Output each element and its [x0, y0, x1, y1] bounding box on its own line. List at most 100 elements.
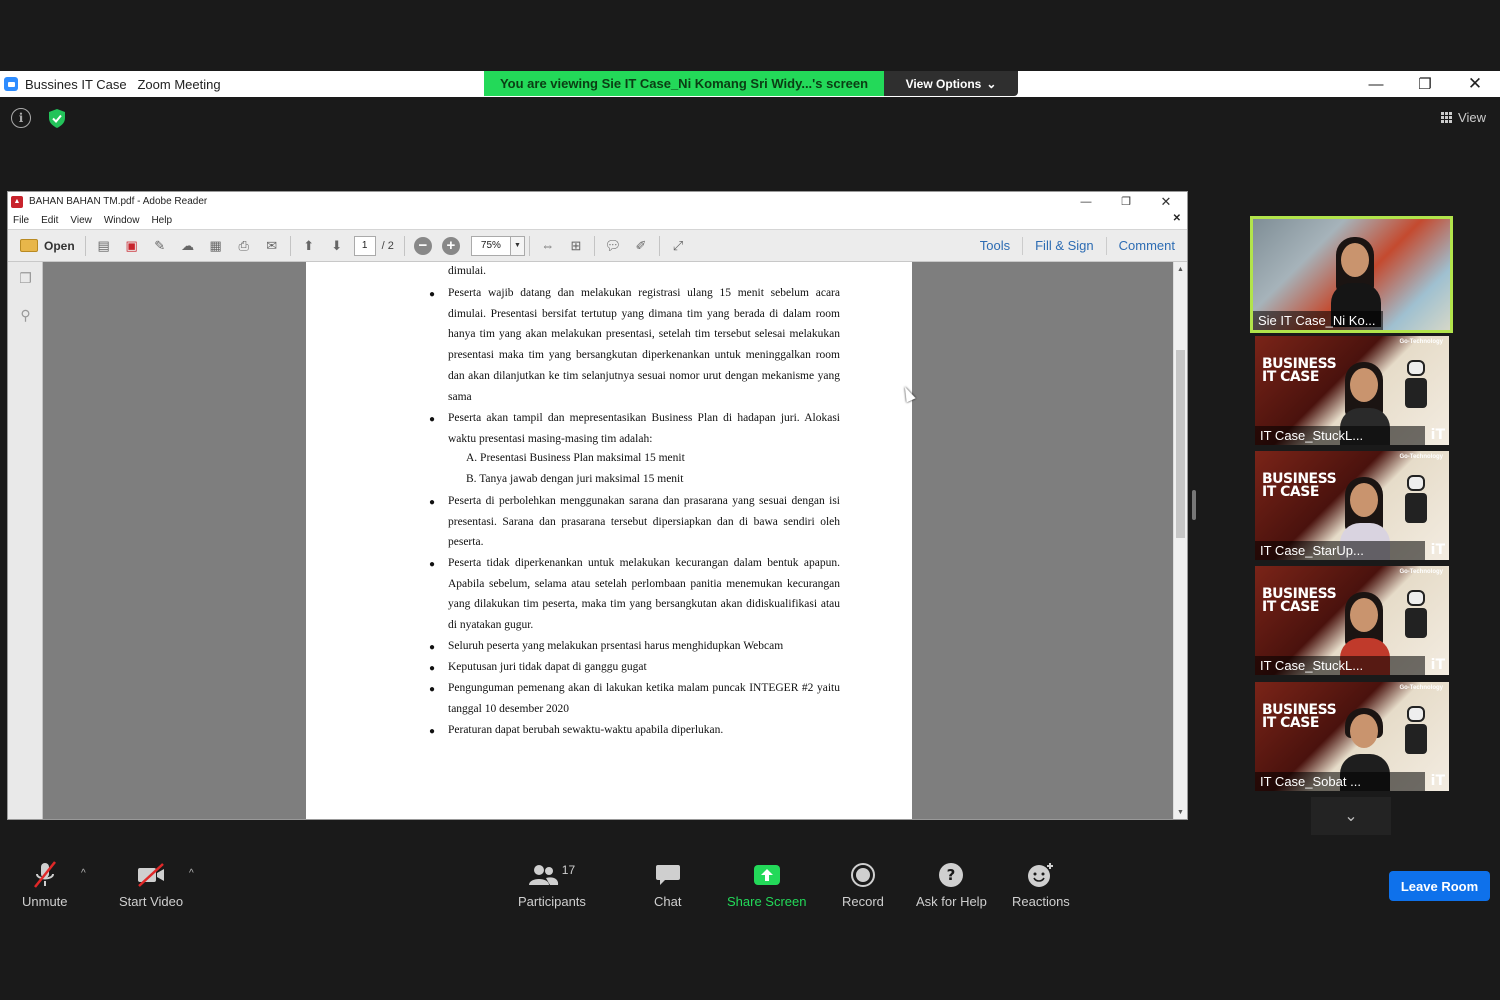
share-screen-label: Share Screen [727, 894, 807, 909]
restore-icon[interactable]: ❐ [1400, 71, 1450, 97]
document-area: ❐ ⚲ dimulai. ● Peserta wajib datang dan … [8, 262, 1187, 819]
business-it-case-logo: BUSINESS IT CASE [1262, 702, 1337, 731]
start-video-button[interactable]: Start Video [119, 860, 183, 909]
share-screen-button[interactable]: Share Screen [727, 860, 807, 909]
open-button[interactable]: Open [14, 235, 81, 257]
fullscreen-icon[interactable]: ⤢ [667, 235, 689, 257]
ask-for-help-label: Ask for Help [916, 894, 987, 909]
next-page-icon[interactable]: ⬇ [326, 235, 348, 257]
participants-count: 17 [561, 863, 576, 877]
sticky-note-icon[interactable]: 💬︎ [602, 235, 624, 257]
menu-view[interactable]: View [70, 215, 92, 226]
it-logo-icon: iT [1430, 657, 1445, 673]
record-button[interactable]: Record [842, 860, 884, 909]
vertical-scrollbar[interactable]: ▲ ▼ [1173, 262, 1187, 819]
zoom-dropdown-icon[interactable]: ▼ [510, 235, 525, 256]
participant-tile[interactable]: Go-Technology BUSINESS IT CASE IT Case_St… [1255, 451, 1449, 560]
pdf-bullet-item: Peserta tidak diperkenankan untuk melaku… [448, 557, 840, 632]
print-icon[interactable]: ⎙ [233, 235, 255, 257]
participant-tile-active-speaker[interactable]: Sie IT Case_Ni Ko... [1250, 216, 1453, 333]
more-participants-chevron-icon[interactable]: ⌄ [1311, 797, 1391, 835]
attachments-icon[interactable]: ⚲ [17, 307, 34, 324]
participant-tile[interactable]: Go-Technology BUSINESS IT CASE IT Case_So… [1255, 682, 1449, 791]
business-it-case-logo: BUSINESS IT CASE [1262, 356, 1337, 385]
start-video-label: Start Video [119, 894, 184, 909]
unmute-button[interactable]: Unmute [22, 860, 68, 909]
export-pdf-icon[interactable]: ▣ [121, 235, 143, 257]
fill-sign-link[interactable]: Fill & Sign [1022, 236, 1106, 255]
leave-room-button[interactable]: Leave Room [1389, 871, 1490, 901]
page-thumbnails-icon[interactable]: ❐ [17, 270, 34, 287]
reactions-button[interactable]: Reactions [1012, 860, 1070, 909]
scroll-up-icon[interactable]: ▲ [1174, 263, 1187, 275]
viewing-screen-banner: You are viewing Sie IT Case_Ni Komang Sr… [484, 71, 884, 96]
scroll-down-icon[interactable]: ▼ [1174, 806, 1187, 818]
participants-label: Participants [518, 894, 586, 909]
toolbar-divider [593, 235, 595, 256]
pdf-text-fragment: dimulai. [448, 265, 487, 277]
chat-label: Chat [654, 894, 682, 909]
fit-width-icon[interactable]: ⇔ [537, 235, 559, 257]
adobe-title-bar: ▲ BAHAN BAHAN TM.pdf - Adobe Reader — ❐ … [8, 192, 1187, 211]
bullet-icon: ● [429, 684, 436, 695]
chat-icon [655, 860, 681, 890]
adobe-window-title: BAHAN BAHAN TM.pdf - Adobe Reader [29, 196, 208, 207]
bullet-icon: ● [429, 559, 436, 570]
panel-resize-handle[interactable] [1192, 490, 1196, 520]
view-layout-button[interactable]: View [1441, 110, 1486, 125]
create-pdf-icon[interactable]: ▤ [93, 235, 115, 257]
participant-name: IT Case_StarUp... [1255, 541, 1425, 560]
cloud-upload-icon[interactable]: ☁ [177, 235, 199, 257]
audio-options-caret-icon[interactable]: ^ [81, 868, 86, 879]
close-document-icon[interactable]: ✕ [1173, 213, 1181, 224]
video-off-icon [136, 860, 166, 890]
pdf-bullet-item: Peraturan dapat berubah sewaktu-waktu ap… [448, 724, 724, 736]
pdf-bullet-item: Pengunguman pemenang akan di lakukan ket… [448, 682, 840, 715]
participants-button[interactable]: 17 Participants [518, 860, 586, 909]
zoom-level-input[interactable]: 75% [470, 235, 511, 256]
video-options-caret-icon[interactable]: ^ [189, 868, 194, 879]
brand-text: Go-Technology [1399, 339, 1443, 345]
fit-page-icon[interactable]: ⊞ [565, 235, 587, 257]
brand-text: Go-Technology [1399, 685, 1443, 691]
menu-file[interactable]: File [13, 215, 29, 226]
encryption-shield-icon[interactable] [45, 106, 69, 130]
tools-link[interactable]: Tools [968, 237, 1022, 255]
email-icon[interactable]: ✉ [261, 235, 283, 257]
zoom-title-bar: Bussines IT Case Zoom Meeting You are vi… [0, 71, 1500, 97]
reactions-label: Reactions [1012, 894, 1070, 909]
scrollbar-thumb[interactable] [1176, 350, 1185, 538]
menu-help[interactable]: Help [151, 215, 172, 226]
view-label: View [1458, 110, 1486, 125]
menu-window[interactable]: Window [104, 215, 140, 226]
view-options-button[interactable]: View Options ⌄ [884, 71, 1018, 96]
pdf-bullet-item: Peserta di perbolehkan menggunakan saran… [448, 495, 840, 549]
save-icon[interactable]: ▦ [205, 235, 227, 257]
zoom-in-icon[interactable]: + [441, 236, 460, 255]
pdf-bullet-item: Peserta wajib datang dan melakukan regis… [448, 287, 840, 403]
robot-mascot-icon [1403, 360, 1429, 418]
edit-pdf-icon[interactable]: ✎ [149, 235, 171, 257]
previous-page-icon[interactable]: ⬆ [298, 235, 320, 257]
navigation-pane: ❐ ⚲ [8, 262, 43, 819]
adobe-close-icon[interactable]: ✕ [1147, 192, 1185, 211]
ask-for-help-button[interactable]: ? Ask for Help [916, 860, 987, 909]
participant-tile[interactable]: Go-Technology BUSINESS IT CASE IT Case_St… [1255, 336, 1449, 445]
highlight-icon[interactable]: ✐ [630, 235, 652, 257]
toolbar-divider [528, 235, 530, 256]
zoom-out-icon[interactable]: − [413, 236, 432, 255]
menu-edit[interactable]: Edit [41, 215, 58, 226]
close-icon[interactable]: ✕ [1450, 71, 1500, 97]
zoom-meeting-screen: { "zoom": { "window_title": "Bussines IT… [0, 0, 1500, 1000]
page-number-input[interactable]: 1 [353, 235, 376, 256]
participant-tile[interactable]: Go-Technology BUSINESS IT CASE IT Case_St… [1255, 566, 1449, 675]
adobe-minimize-icon[interactable]: — [1067, 192, 1105, 211]
meeting-info-icon[interactable]: i [11, 108, 31, 128]
participant-name: IT Case_Sobat ... [1255, 772, 1425, 791]
minimize-icon[interactable]: — [1351, 71, 1401, 97]
comment-link[interactable]: Comment [1105, 236, 1187, 255]
pdf-file-icon: ▲ [11, 195, 23, 208]
toolbar-divider [84, 235, 86, 256]
chat-button[interactable]: Chat [654, 860, 681, 909]
adobe-restore-icon[interactable]: ❐ [1107, 192, 1145, 211]
